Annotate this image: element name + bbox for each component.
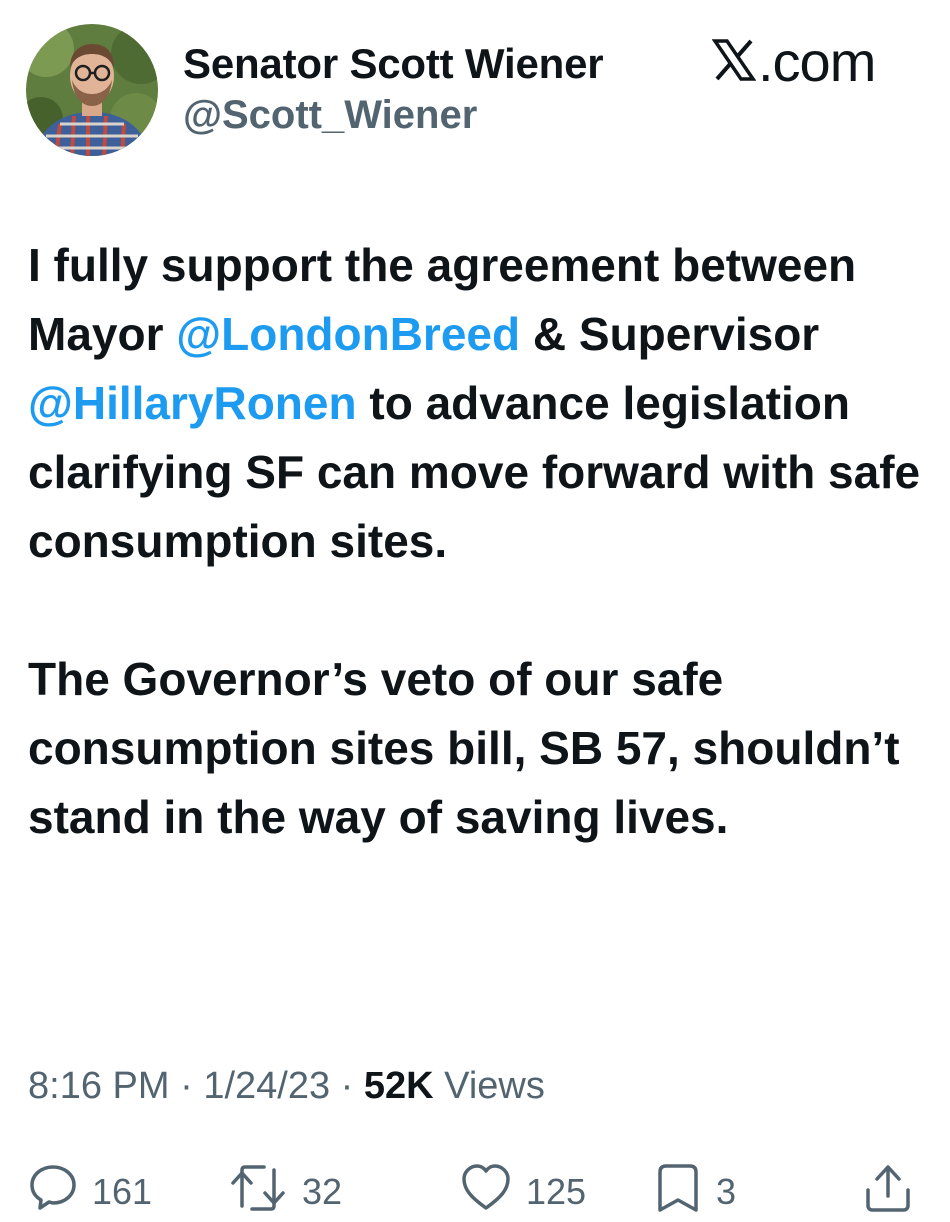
tweet-text-segment: & Supervisor [520,308,820,360]
meta-separator: · [169,1065,204,1107]
repost-button[interactable]: 32 [228,1162,342,1212]
mention-link[interactable]: @HillaryRonen [28,377,357,429]
tweet-metadata: 8:16 PM · 1/24/23 · 52K Views [28,1065,545,1108]
mention-link[interactable]: @LondonBreed [176,308,520,360]
reply-count: 161 [92,1171,153,1212]
tweet-paragraph: The Governor’s veto of our safe consumpt… [28,653,900,843]
bookmark-button[interactable]: 3 [654,1162,736,1212]
views-label: Views [433,1065,545,1107]
avatar[interactable] [26,24,158,156]
x-logo-icon [711,38,757,87]
reply-button[interactable]: 161 [28,1162,152,1212]
views-count: 52K [363,1065,434,1107]
meta-separator: · [330,1065,364,1107]
heart-icon [460,1162,512,1212]
author-handle[interactable]: @Scott_Wiener [183,93,477,138]
share-button[interactable] [862,1162,914,1212]
repost-count: 32 [302,1171,343,1212]
share-icon [862,1162,914,1212]
author-display-name[interactable]: Senator Scott Wiener [183,40,604,88]
tweet-time[interactable]: 8:16 PM [28,1065,170,1107]
source-label-text: .com [758,30,876,93]
bookmark-count: 3 [716,1171,737,1212]
tweet-text: I fully support the agreement between Ma… [28,231,928,852]
tweet-paragraph: I fully support the agreement between Ma… [28,231,928,576]
tweet-date[interactable]: 1/24/23 [203,1065,330,1107]
action-bar: 161 32 125 3 [0,1162,950,1222]
like-count: 125 [526,1171,587,1212]
bookmark-icon [654,1162,702,1212]
like-button[interactable]: 125 [460,1162,586,1212]
repost-icon [228,1162,288,1212]
reply-icon [28,1162,78,1212]
source-label: .com [711,30,876,93]
